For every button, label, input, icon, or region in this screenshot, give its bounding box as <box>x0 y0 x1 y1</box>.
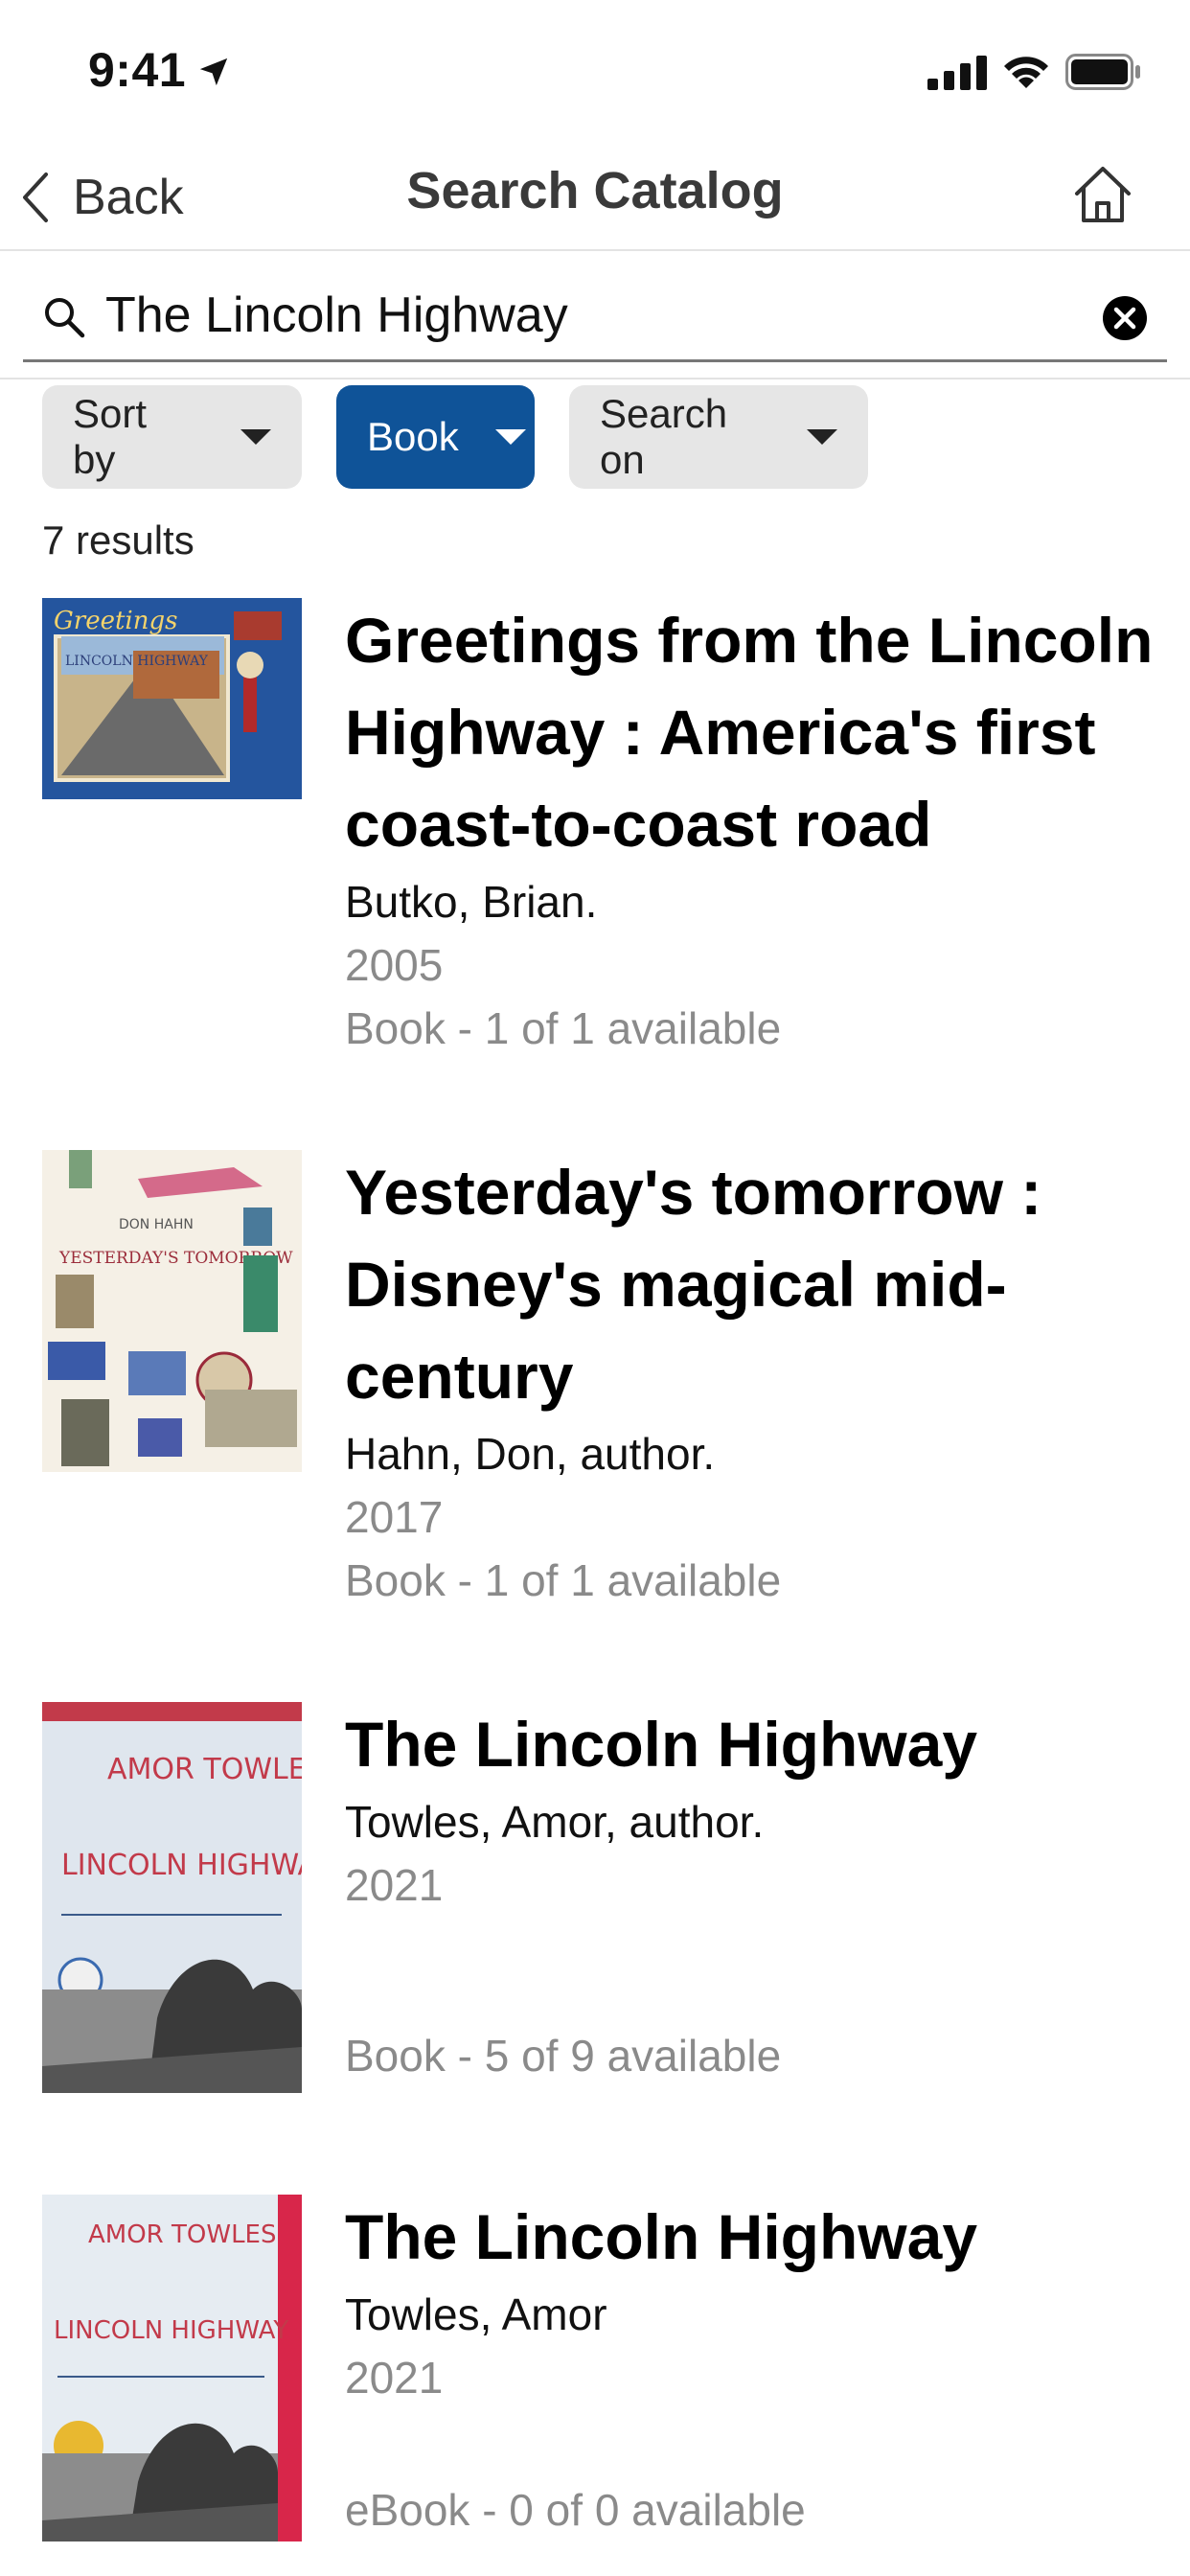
cover-author-text: AMOR TOWLES <box>88 2220 277 2249</box>
cover-artwork: AMOR TOWLES LINCOLN HIGHWAY <box>42 1702 302 2093</box>
result-author: Butko, Brian. <box>345 877 598 927</box>
location-arrow-icon <box>199 58 228 86</box>
caret-down-icon <box>494 429 526 445</box>
sort-by-label: Sort by <box>73 391 148 482</box>
cover-artwork: AMOR TOWLES LINCOLN HIGHWAY <box>42 2195 302 2542</box>
search-icon <box>45 298 85 338</box>
search-bar <box>23 272 1167 362</box>
result-year: 2021 <box>345 1860 444 1910</box>
home-icon[interactable] <box>1069 161 1136 228</box>
sort-by-dropdown[interactable]: Sort by <box>42 385 302 489</box>
result-availability: eBook - 0 of 0 available <box>345 2485 806 2535</box>
divider <box>0 378 1190 380</box>
format-dropdown[interactable]: Book <box>336 385 535 489</box>
cover-author-text: AMOR TOWLES <box>107 1753 302 1786</box>
result-availability: Book - 1 of 1 available <box>345 1555 782 1605</box>
status-time: 9:41 <box>88 43 187 97</box>
result-title: The Lincoln Highway <box>345 1709 978 1780</box>
caret-down-icon <box>240 429 271 445</box>
search-on-dropdown[interactable]: Search on <box>569 385 868 489</box>
search-on-label: Search on <box>600 391 728 482</box>
result-title: The Lincoln Highway <box>345 2201 978 2272</box>
result-author: Towles, Amor, author. <box>345 1797 765 1847</box>
result-item[interactable]: DON HAHN YESTERDAY'S TOMORROW Yesterday'… <box>0 1146 1190 1625</box>
book-cover-image: Greetings LINCOLN HIGHWAY <box>42 598 302 799</box>
cover-subtitle-text: LINCOLN HIGHWAY <box>54 2316 288 2345</box>
result-author: Hahn, Don, author. <box>345 1429 716 1479</box>
filter-row: Sort by Book Search on <box>42 385 868 489</box>
result-availability: Book - 5 of 9 available <box>345 2031 782 2081</box>
page-title: Search Catalog <box>406 162 784 219</box>
book-cover-image: AMOR TOWLES LINCOLN HIGHWAY <box>42 2195 302 2542</box>
result-details: Greetings from the Lincoln Highway : Ame… <box>345 594 1159 1060</box>
result-details: The Lincoln Highway Towles, Amor 2021 eB… <box>345 2191 1159 2535</box>
wifi-icon <box>1004 57 1048 88</box>
cover-artwork: DON HAHN YESTERDAY'S TOMORROW <box>42 1150 302 1472</box>
result-year: 2005 <box>345 940 444 990</box>
cover-title-text: Greetings <box>54 607 177 635</box>
result-item[interactable]: Greetings LINCOLN HIGHWAY Greetings from… <box>0 594 1190 1073</box>
status-bar: 9:41 <box>0 0 1190 144</box>
results-count: 7 results <box>42 518 195 563</box>
cover-author-text: DON HAHN <box>119 1217 194 1232</box>
cellular-signal-icon <box>927 56 987 90</box>
result-title: Greetings from the Lincoln Highway : Ame… <box>345 605 1154 860</box>
book-cover-image: DON HAHN YESTERDAY'S TOMORROW <box>42 1150 302 1472</box>
result-item[interactable]: AMOR TOWLES LINCOLN HIGHWAY The Lincoln … <box>0 2191 1190 2576</box>
caret-down-icon <box>807 429 837 445</box>
result-year: 2021 <box>345 2353 444 2403</box>
search-catalog-screen: 9:41 Back Search Catalog The Lincoln Hig… <box>0 0 1190 2576</box>
result-details: The Lincoln Highway Towles, Amor, author… <box>345 1698 1159 2081</box>
result-availability: Book - 1 of 1 available <box>345 1003 782 1053</box>
search-input[interactable] <box>105 276 1064 355</box>
navigation-bar: Back Search Catalog <box>0 144 1190 251</box>
battery-icon <box>1065 54 1140 90</box>
result-title: Yesterday's tomorrow : Disney's magical … <box>345 1157 1042 1412</box>
result-item[interactable]: AMOR TOWLES LINCOLN HIGHWAY The Lincoln … <box>0 1698 1190 2120</box>
cover-subtitle-text: LINCOLN HIGHWAY <box>65 654 209 669</box>
result-year: 2017 <box>345 1492 444 1542</box>
result-details: Yesterday's tomorrow : Disney's magical … <box>345 1146 1159 1612</box>
book-cover-image: AMOR TOWLES LINCOLN HIGHWAY <box>42 1702 302 2093</box>
result-author: Towles, Amor <box>345 2289 607 2339</box>
clear-search-icon[interactable] <box>1102 295 1148 341</box>
format-label: Book <box>367 414 459 459</box>
cover-artwork: Greetings LINCOLN HIGHWAY <box>42 598 302 799</box>
cover-subtitle-text: LINCOLN HIGHWAY <box>61 1849 302 1882</box>
